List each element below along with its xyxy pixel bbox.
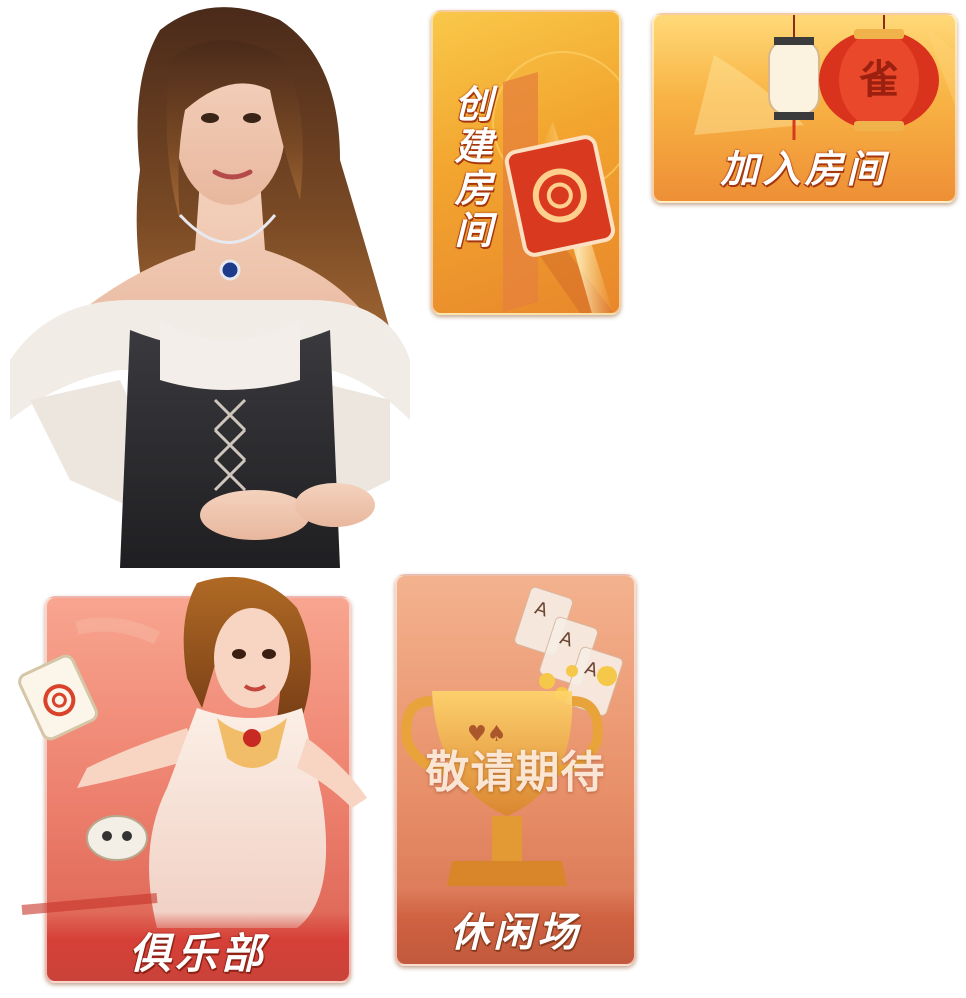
join-room-label: 加入房间 bbox=[720, 147, 889, 191]
svg-text:雀: 雀 bbox=[859, 57, 899, 103]
create-room-label: 创建房间 bbox=[448, 84, 492, 252]
hostess-character bbox=[10, 7, 410, 568]
casual-label: 休闲场 bbox=[449, 910, 582, 956]
club-label: 俱乐部 bbox=[128, 929, 267, 978]
coming-soon-overlay: 敬请期待 bbox=[425, 747, 606, 798]
